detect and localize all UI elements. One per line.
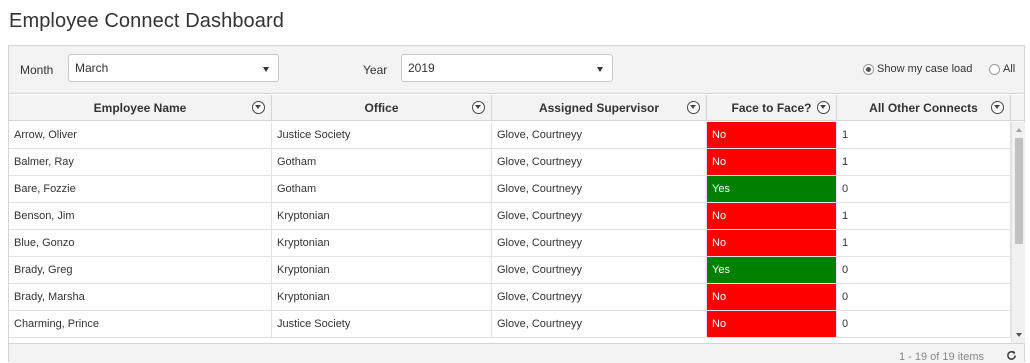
grid-scrollbar[interactable] xyxy=(1011,122,1025,343)
month-select[interactable]: March xyxy=(68,54,279,82)
dashboard-panel: Month March Year 2019 Show my case load … xyxy=(8,45,1025,363)
table-cell-name: Benson, Jim xyxy=(9,203,272,229)
table-row[interactable]: Balmer, Ray Gotham Glove, Courtneyy No 1 xyxy=(9,149,1011,176)
face-to-face-status-cell: No xyxy=(707,230,837,256)
caseload-radio-option[interactable]: Show my case load xyxy=(863,63,972,75)
pager-info: 1 - 19 of 19 items xyxy=(899,351,984,363)
table-row[interactable]: Arrow, Oliver Justice Society Glove, Court… xyxy=(9,122,1011,149)
column-header-label: All Other Connects xyxy=(869,101,978,115)
filter-icon[interactable] xyxy=(472,101,485,114)
scroll-up-arrow-icon[interactable] xyxy=(1016,128,1022,132)
face-to-face-status-cell: No xyxy=(707,203,837,229)
chevron-down-icon xyxy=(597,67,603,72)
table-cell-name: Balmer, Ray xyxy=(9,149,272,175)
face-to-face-status-cell: No xyxy=(707,149,837,175)
table-cell-other: 1 xyxy=(837,122,1011,148)
table-row[interactable]: Brady, Greg Kryptonian Glove, Courtneyy Yes… xyxy=(9,257,1011,284)
column-header-label: Employee Name xyxy=(93,101,187,115)
table-cell-other: 0 xyxy=(837,257,1011,283)
table-row[interactable]: Blue, Gonzo Kryptonian Glove, Courtneyy No 1 xyxy=(9,230,1011,257)
grid-body: Arrow, Oliver Justice Society Glove, Court… xyxy=(9,122,1011,343)
table-cell-other: 0 xyxy=(837,176,1011,202)
column-header-office[interactable]: Office xyxy=(272,95,492,121)
column-header-label: Office xyxy=(364,101,399,115)
grid-header: Employee Name Office Assigned Supervisor… xyxy=(9,95,1024,121)
caseload-radio[interactable] xyxy=(863,63,874,75)
filter-icon[interactable] xyxy=(991,101,1004,114)
year-label: Year xyxy=(363,63,388,77)
scroll-down-arrow-icon[interactable] xyxy=(1016,333,1022,337)
table-cell-name: Charming, Prince xyxy=(9,311,272,337)
face-to-face-status-cell: No xyxy=(707,311,837,337)
table-cell-office: Justice Society xyxy=(272,311,492,337)
table-cell-name: Brady, Greg xyxy=(9,257,272,283)
table-cell-supervisor: Glove, Courtneyy xyxy=(492,230,707,256)
filter-bar: Month March Year 2019 Show my case load … xyxy=(9,46,1024,94)
column-header-label: Face to Face? xyxy=(731,101,812,115)
face-to-face-status-cell: No xyxy=(707,122,837,148)
table-cell-name: Brady, Marsha xyxy=(9,284,272,310)
table-cell-office: Kryptonian xyxy=(272,257,492,283)
scroll-thumb[interactable] xyxy=(1015,138,1023,244)
table-cell-name: Arrow, Oliver xyxy=(9,122,272,148)
table-cell-office: Justice Society xyxy=(272,122,492,148)
face-to-face-status-cell: Yes xyxy=(707,257,837,283)
table-cell-office: Kryptonian xyxy=(272,203,492,229)
filter-icon[interactable] xyxy=(817,101,830,114)
column-header-all-other-connects[interactable]: All Other Connects xyxy=(837,95,1011,121)
table-cell-supervisor: Glove, Courtneyy xyxy=(492,284,707,310)
year-select[interactable]: 2019 xyxy=(401,54,613,82)
face-to-face-status-cell: Yes xyxy=(707,176,837,202)
all-radio-option[interactable]: All xyxy=(989,63,1015,75)
table-cell-supervisor: Glove, Courtneyy xyxy=(492,149,707,175)
table-row[interactable]: Charming, Prince Justice Society Glove, Co… xyxy=(9,311,1011,338)
table-row[interactable]: Benson, Jim Kryptonian Glove, Courtneyy No 1 xyxy=(9,203,1011,230)
all-radio[interactable] xyxy=(989,63,1000,75)
table-cell-supervisor: Glove, Courtneyy xyxy=(492,176,707,202)
all-radio-label: All xyxy=(1003,63,1016,75)
table-cell-name: Bare, Fozzie xyxy=(9,176,272,202)
refresh-icon[interactable] xyxy=(1006,350,1017,361)
table-cell-supervisor: Glove, Courtneyy xyxy=(492,122,707,148)
year-select-value: 2019 xyxy=(408,61,435,75)
filter-icon[interactable] xyxy=(687,101,700,114)
column-header-employee-name[interactable]: Employee Name xyxy=(9,95,272,121)
table-cell-office: Kryptonian xyxy=(272,284,492,310)
table-cell-office: Kryptonian xyxy=(272,230,492,256)
table-cell-other: 0 xyxy=(837,284,1011,310)
column-header-assigned-supervisor[interactable]: Assigned Supervisor xyxy=(492,95,707,121)
chevron-down-icon xyxy=(263,67,269,72)
caseload-radio-label: Show my case load xyxy=(877,63,973,75)
table-row[interactable]: Bare, Fozzie Gotham Glove, Courtneyy Yes 0 xyxy=(9,176,1011,203)
table-cell-other: 0 xyxy=(837,311,1011,337)
column-header-face-to-face[interactable]: Face to Face? xyxy=(707,95,837,121)
month-select-value: March xyxy=(75,61,109,75)
filter-icon[interactable] xyxy=(252,101,265,114)
table-cell-supervisor: Glove, Courtneyy xyxy=(492,257,707,283)
grid-footer: 1 - 19 of 19 items xyxy=(9,343,1024,363)
table-cell-office: Gotham xyxy=(272,176,492,202)
table-cell-name: Blue, Gonzo xyxy=(9,230,272,256)
table-cell-supervisor: Glove, Courtneyy xyxy=(492,311,707,337)
table-cell-supervisor: Glove, Courtneyy xyxy=(492,203,707,229)
month-label: Month xyxy=(20,63,54,77)
face-to-face-status-cell: No xyxy=(707,284,837,310)
column-header-label: Assigned Supervisor xyxy=(538,101,660,115)
table-row[interactable]: Brady, Marsha Kryptonian Glove, Courtneyy N… xyxy=(9,284,1011,311)
table-cell-other: 1 xyxy=(837,149,1011,175)
table-cell-office: Gotham xyxy=(272,149,492,175)
table-cell-other: 1 xyxy=(837,230,1011,256)
table-cell-other: 1 xyxy=(837,203,1011,229)
page-title: Employee Connect Dashboard xyxy=(9,10,284,32)
